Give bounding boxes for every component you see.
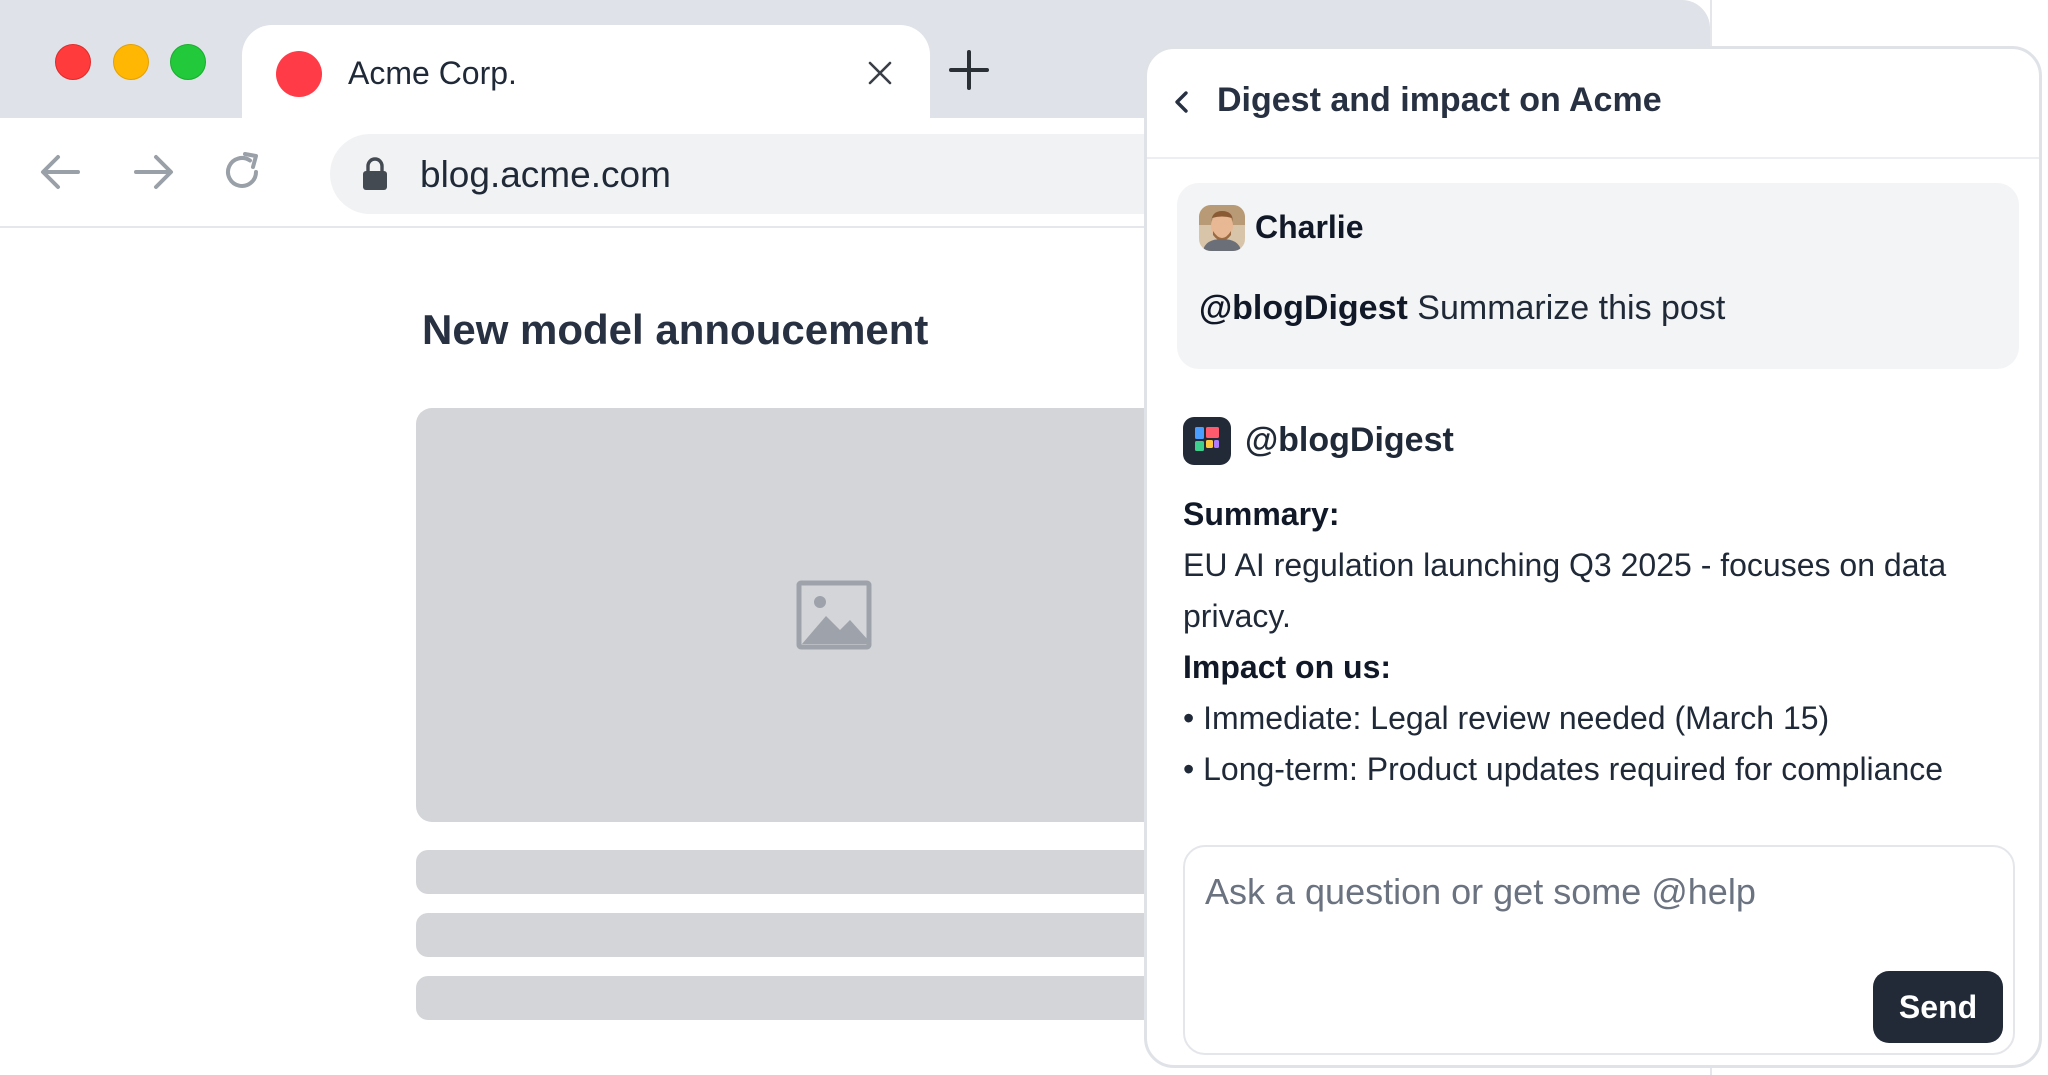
close-icon[interactable] <box>864 57 896 89</box>
favicon-icon <box>276 51 322 97</box>
summary-heading: Summary: <box>1183 496 1340 532</box>
chevron-left-icon[interactable] <box>1169 89 1195 115</box>
window-minimize-button[interactable] <box>113 44 149 80</box>
chat-header: Digest and impact on Acme <box>1147 49 2039 159</box>
bot-message-body: Summary: EU AI regulation launching Q3 2… <box>1183 489 2023 795</box>
summary-text: EU AI regulation launching Q3 2025 - foc… <box>1183 547 1947 634</box>
user-name: Charlie <box>1255 209 1364 245</box>
window-close-button[interactable] <box>55 44 91 80</box>
bot-avatar <box>1183 417 1231 465</box>
message-composer: Send <box>1183 845 2015 1055</box>
arrow-left-icon[interactable] <box>34 146 86 198</box>
post-title: New model annoucement <box>422 306 929 353</box>
bot-name: @blogDigest <box>1245 421 1454 459</box>
avatar <box>1199 205 1245 251</box>
message-input[interactable] <box>1203 861 1987 923</box>
plus-icon[interactable] <box>947 48 991 92</box>
mention[interactable]: @blogDigest <box>1199 289 1408 327</box>
lock-icon <box>363 157 387 190</box>
tab-acme[interactable]: Acme Corp. <box>242 25 930 118</box>
send-button[interactable]: Send <box>1873 971 2003 1043</box>
arrow-right-icon[interactable] <box>128 146 180 198</box>
impact-item: • Long-term: Product updates required fo… <box>1183 751 1944 787</box>
tab-title: Acme Corp. <box>348 55 517 91</box>
impact-item: • Immediate: Legal review needed (March … <box>1183 700 1830 736</box>
user-message-text: @blogDigest Summarize this post <box>1199 289 1725 328</box>
impact-heading: Impact on us: <box>1183 649 1392 685</box>
url-text: blog.acme.com <box>420 154 671 195</box>
window-maximize-button[interactable] <box>170 44 206 80</box>
image-icon <box>796 580 872 650</box>
chat-title: Digest and impact on Acme <box>1217 81 1662 119</box>
chat-panel: Digest and impact on Acme Charlie @blogD… <box>1144 46 2042 1068</box>
user-message: Charlie @blogDigest Summarize this post <box>1177 183 2019 369</box>
reload-icon[interactable] <box>216 146 268 198</box>
user-message-body: Summarize this post <box>1417 289 1726 327</box>
